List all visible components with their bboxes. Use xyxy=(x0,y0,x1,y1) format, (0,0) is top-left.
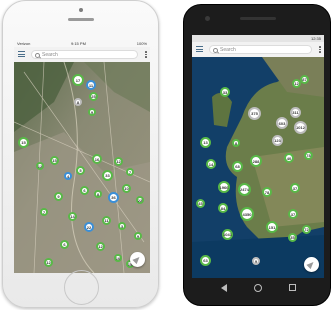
map-cluster-marker[interactable]: 68 xyxy=(232,161,243,172)
menu-icon[interactable] xyxy=(196,46,203,52)
map-cluster-marker[interactable]: 9 xyxy=(54,192,63,201)
map-cluster-marker[interactable]: 123 xyxy=(272,135,283,146)
map-cluster-marker[interactable]: 9 xyxy=(252,257,260,265)
map-cluster-marker[interactable]: 25 xyxy=(89,92,98,101)
my-location-button[interactable] xyxy=(130,252,145,267)
more-options-icon[interactable] xyxy=(145,51,147,58)
map-cluster-marker[interactable]: 3 xyxy=(118,222,126,230)
ios-status-bar: Verizon 9:15 PM 100% xyxy=(14,40,150,47)
map-cluster-marker[interactable]: 33 xyxy=(220,87,230,97)
map-cluster-marker[interactable]: 8 xyxy=(232,139,240,147)
map-cluster-marker[interactable]: 78 xyxy=(262,187,272,197)
map-cluster-marker[interactable]: 4 xyxy=(64,172,72,180)
map-cluster-marker[interactable]: 151 xyxy=(266,221,278,233)
map-cluster-marker[interactable]: 16 xyxy=(92,154,102,164)
search-placeholder: Search xyxy=(220,47,236,53)
map-cluster-marker[interactable]: 12 xyxy=(44,258,53,267)
menu-icon[interactable] xyxy=(18,51,25,57)
map-cluster-marker[interactable]: 603 xyxy=(276,117,288,129)
search-input[interactable]: Search xyxy=(209,45,312,54)
map-cluster-marker[interactable]: 288 xyxy=(250,155,262,167)
map-cluster-marker[interactable]: 5 xyxy=(76,166,85,175)
front-camera xyxy=(79,8,83,12)
more-options-icon[interactable] xyxy=(319,46,321,53)
map-cluster-marker[interactable]: 35 xyxy=(288,233,297,242)
map-cluster-marker[interactable]: 72 xyxy=(302,225,311,234)
map-cluster-marker[interactable]: 9 xyxy=(134,232,142,240)
map-cluster-marker[interactable]: 11 xyxy=(102,216,111,225)
search-input[interactable]: Search xyxy=(31,50,138,59)
map-cluster-marker[interactable]: 2474 xyxy=(238,183,251,196)
map-cluster-marker[interactable]: 14 xyxy=(206,159,216,169)
iphone-device: Verizon 9:15 PM 100% Search 17 11 25 8 9… xyxy=(2,0,159,308)
map-cluster-marker[interactable]: 22 xyxy=(84,222,94,232)
front-camera xyxy=(205,16,210,21)
carrier-label: Verizon xyxy=(17,41,31,46)
home-icon[interactable] xyxy=(254,284,262,292)
map-cluster-marker[interactable]: 10 xyxy=(122,184,131,193)
map-cluster-marker[interactable]: 15 xyxy=(18,137,29,148)
map-cluster-marker[interactable]: 10 xyxy=(114,254,122,262)
map-cluster-marker[interactable]: 14 xyxy=(68,212,77,221)
search-placeholder: Search xyxy=(42,52,58,58)
map-cluster-marker[interactable]: 22 xyxy=(136,196,144,204)
map-cluster-marker[interactable]: 8 xyxy=(74,98,82,106)
map-cluster-marker[interactable]: 6 xyxy=(60,240,69,249)
back-icon[interactable] xyxy=(221,284,227,292)
map-cluster-marker[interactable]: 4350 xyxy=(240,207,254,221)
android-device: 12:35 Search 13 33 8 311 12 87 375 603 1012 123 14… xyxy=(183,4,331,306)
map-cluster-marker[interactable]: 7 xyxy=(126,168,134,176)
map-cluster-marker[interactable]: 40 xyxy=(284,153,294,163)
map-cluster-marker[interactable]: 37 xyxy=(288,209,298,219)
earpiece-speaker xyxy=(68,18,94,21)
map-cluster-marker[interactable]: 6 xyxy=(80,186,89,195)
map-cluster-marker[interactable]: 12 xyxy=(36,162,44,170)
android-search-bar: Search xyxy=(192,42,324,58)
search-icon xyxy=(213,48,218,53)
map-cluster-marker[interactable]: 84 xyxy=(218,203,228,213)
map-cluster-marker[interactable]: 15 xyxy=(50,156,59,165)
earpiece-speaker xyxy=(240,17,276,20)
map-cluster-marker[interactable]: 1966 xyxy=(218,181,230,193)
map-cluster-marker[interactable]: 12 xyxy=(96,242,105,251)
battery-label: 100% xyxy=(136,41,147,46)
map-cluster-marker[interactable]: 12 xyxy=(114,157,123,166)
map-cluster-marker[interactable]: 1012 xyxy=(294,121,307,134)
ios-search-bar: Search xyxy=(14,47,150,63)
clock-label: 12:35 xyxy=(310,36,321,41)
map-cluster-marker[interactable]: 7 xyxy=(40,208,48,216)
android-screen: 12:35 Search 13 33 8 311 12 87 375 603 1012 123 14… xyxy=(192,35,324,278)
map-cluster-marker[interactable]: 36 xyxy=(108,192,119,203)
android-navigation-bar xyxy=(192,278,324,300)
ios-screen: Verizon 9:15 PM 100% Search 17 11 25 8 9… xyxy=(14,40,150,273)
map-cluster-marker[interactable]: 45 xyxy=(196,199,205,208)
map-cluster-marker[interactable]: 13 xyxy=(200,137,211,148)
android-status-bar: 12:35 xyxy=(192,35,324,42)
map-cluster-marker[interactable]: 78 xyxy=(304,151,313,160)
map-cluster-marker[interactable]: 1041 xyxy=(222,229,233,240)
map-cluster-marker[interactable]: 375 xyxy=(248,107,261,120)
map-cluster-marker[interactable]: 17 xyxy=(72,74,84,86)
map-cluster-marker[interactable]: 9 xyxy=(88,108,96,116)
android-map-view[interactable]: 13 33 8 311 12 87 375 603 1012 123 14 68 288 40 78 1966… xyxy=(192,57,324,278)
map-cluster-marker[interactable]: 8 xyxy=(94,190,102,198)
map-cluster-marker[interactable]: 33 xyxy=(102,170,113,181)
recent-apps-icon[interactable] xyxy=(289,284,296,291)
my-location-button[interactable] xyxy=(304,257,319,272)
ios-map-view[interactable]: 17 11 25 8 9 15 12 15 4 5 16 33 12 7 6 8 36 10 22 9 7 14 22 11 3… xyxy=(14,62,150,273)
home-button[interactable] xyxy=(64,270,99,305)
map-cluster-marker[interactable]: 87 xyxy=(300,75,309,84)
map-cluster-marker[interactable]: 37 xyxy=(290,183,300,193)
map-cluster-marker[interactable]: 63 xyxy=(200,255,211,266)
search-icon xyxy=(35,53,40,58)
map-cluster-marker[interactable]: 11 xyxy=(86,80,96,90)
map-cluster-marker[interactable]: 311 xyxy=(290,107,301,118)
clock-label: 9:15 PM xyxy=(71,41,86,46)
